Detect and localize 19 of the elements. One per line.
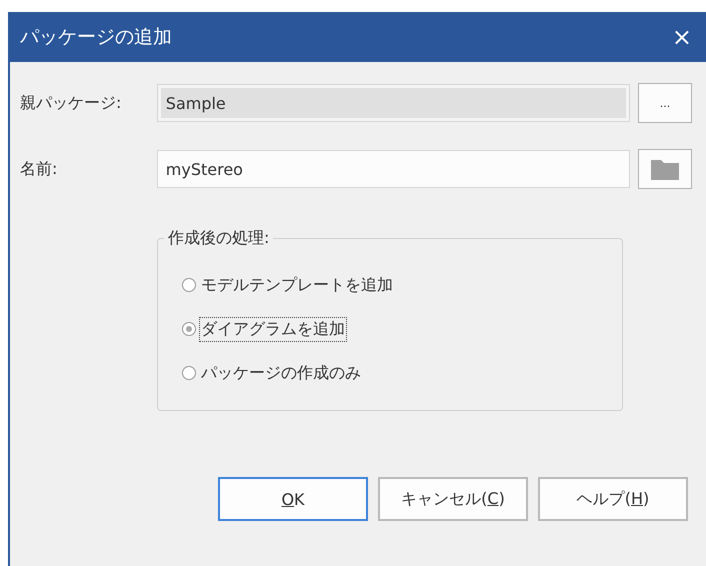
field-label: 名前: xyxy=(20,158,58,180)
dialog-button[interactable]: キャンセル(C) xyxy=(378,477,528,521)
radio-button[interactable] xyxy=(182,322,196,336)
field-label: 親パッケージ: xyxy=(20,92,122,114)
text-field[interactable]: myStereo xyxy=(156,150,630,188)
folder-button[interactable] xyxy=(638,149,692,189)
radio-button[interactable] xyxy=(182,366,196,380)
browse-button[interactable]: ... xyxy=(638,83,692,123)
text-field[interactable]: Sample xyxy=(156,84,630,122)
radio-label[interactable]: モデルテンプレートを追加 xyxy=(199,272,395,298)
close-button[interactable]: × xyxy=(668,23,696,51)
window-title: パッケージの追加 xyxy=(20,25,172,50)
group-title: 作成後の処理: xyxy=(167,228,270,249)
dialog-button[interactable]: OK xyxy=(218,477,368,521)
dialog-button[interactable]: ヘルプ(H) xyxy=(538,477,688,521)
radio-label[interactable]: パッケージの作成のみ xyxy=(199,360,363,386)
radio-button[interactable] xyxy=(182,278,196,292)
radio-label[interactable]: ダイアグラムを追加 xyxy=(199,316,347,342)
folder-icon xyxy=(650,157,680,181)
